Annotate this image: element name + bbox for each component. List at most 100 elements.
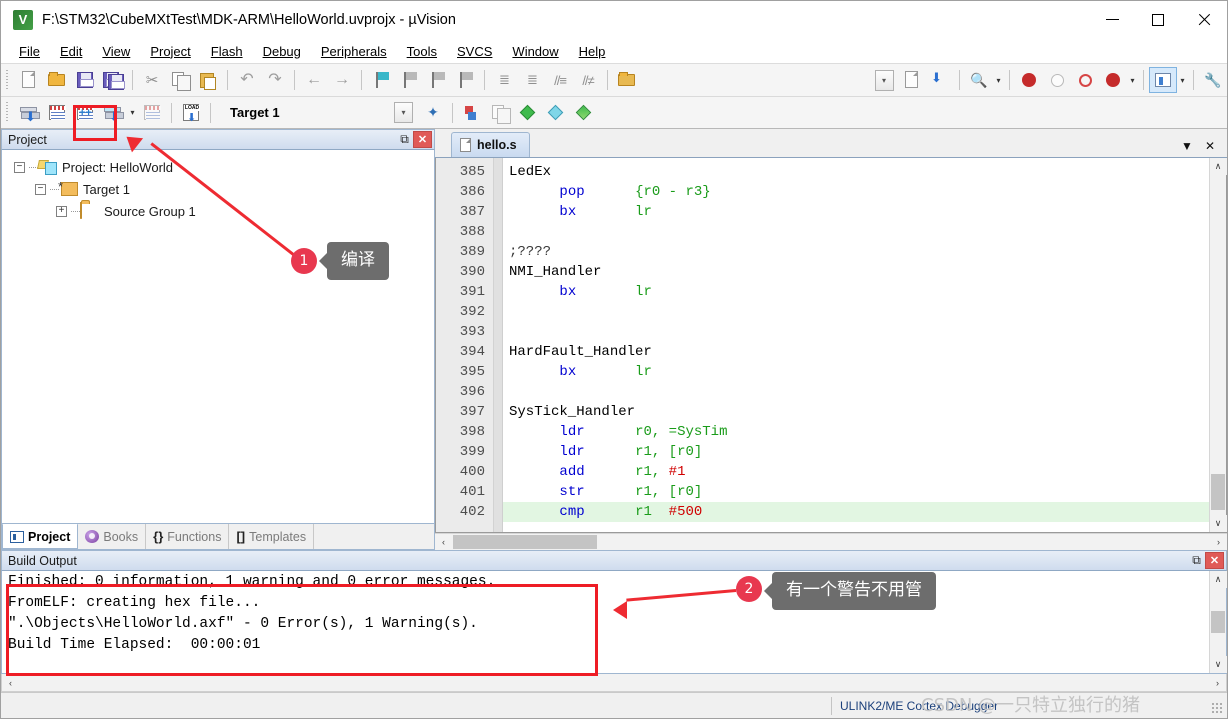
save-button[interactable] <box>71 67 99 93</box>
code-line[interactable]: LedEx <box>503 162 1209 182</box>
build-file-button[interactable] <box>43 100 71 126</box>
scroll-right-icon[interactable]: › <box>1209 674 1226 691</box>
build-target-button[interactable]: ++ <box>71 100 99 126</box>
tab-functions[interactable]: {} Functions <box>146 524 229 549</box>
tab-templates[interactable]: [] Templates <box>229 524 314 549</box>
menu-flash[interactable]: Flash <box>201 41 253 62</box>
code-line[interactable]: HardFault_Handler <box>503 342 1209 362</box>
code-line[interactable]: ;???? <box>503 242 1209 262</box>
outdent-button[interactable]: ≣ <box>518 67 546 93</box>
copy-button[interactable] <box>166 67 194 93</box>
pin-icon[interactable]: ⧉ <box>1188 552 1205 569</box>
document-tab-hello-s[interactable]: hello.s <box>451 132 530 157</box>
find-in-files-button[interactable]: 🔍 <box>965 67 993 93</box>
code-line[interactable]: cmp r1 #500 <box>503 502 1209 522</box>
open-file-button[interactable] <box>43 67 71 93</box>
code-line[interactable]: str r1, [r0] <box>503 482 1209 502</box>
svcs-button[interactable] <box>542 100 570 126</box>
editor-tab-list-icon[interactable]: ▼ <box>1181 139 1193 153</box>
code-line[interactable]: NMI_Handler <box>503 262 1209 282</box>
insert-bookmark-button[interactable]: ⬇ <box>926 67 954 93</box>
history-dropdown-button[interactable]: ▾ <box>870 67 898 93</box>
code-line[interactable]: add r1, #1 <box>503 462 1209 482</box>
configure-target-button[interactable]: 🔧 <box>1199 67 1227 93</box>
resize-grip[interactable] <box>1211 702 1224 715</box>
code-line[interactable]: SysTick_Handler <box>503 402 1209 422</box>
code-line[interactable]: ldr r1, [r0] <box>503 442 1209 462</box>
build-output-body[interactable]: Finished: 0 information, 1 warning and 0… <box>1 571 1227 674</box>
code-text[interactable]: LedEx pop {r0 - r3} bx lr ;????NMI_Handl… <box>503 158 1209 532</box>
tab-books[interactable]: Books <box>78 524 146 549</box>
select-sw-packs-button[interactable] <box>486 100 514 126</box>
horizontal-scroll-thumb[interactable] <box>453 535 597 549</box>
kill-all-breakpoints-button[interactable] <box>1099 67 1127 93</box>
manage-windows-button[interactable] <box>1149 67 1177 93</box>
tree-node-project[interactable]: − Project: HelloWorld <box>8 156 434 178</box>
build-output-close-icon[interactable]: ✕ <box>1205 552 1224 569</box>
comment-button[interactable]: //≡ <box>546 67 574 93</box>
close-button[interactable] <box>1181 1 1227 38</box>
code-line[interactable]: bx lr <box>503 282 1209 302</box>
build-dropdown-caret[interactable]: ▾ <box>127 100 138 126</box>
scroll-down-icon[interactable]: ∨ <box>1210 656 1227 673</box>
scroll-left-icon[interactable]: ‹ <box>435 534 452 551</box>
find-dropdown-caret[interactable]: ▾ <box>993 67 1004 93</box>
indent-button[interactable]: ≣ <box>490 67 518 93</box>
code-line[interactable] <box>503 382 1209 402</box>
translate-file-button[interactable]: ⬇ <box>15 100 43 126</box>
toggle-bookmark-button[interactable] <box>367 67 395 93</box>
undo-button[interactable]: ↶ <box>233 67 261 93</box>
new-file-button[interactable] <box>15 67 43 93</box>
code-line[interactable]: ldr r0, =SysTim <box>503 422 1209 442</box>
cut-button[interactable]: ✂ <box>138 67 166 93</box>
menu-peripherals[interactable]: Peripherals <box>311 41 397 62</box>
vertical-scroll-thumb[interactable] <box>1211 474 1225 510</box>
code-line[interactable]: bx lr <box>503 362 1209 382</box>
editor-tab-close-icon[interactable]: ✕ <box>1205 139 1215 153</box>
paste-button[interactable] <box>194 67 222 93</box>
breakpoint-dropdown-caret[interactable]: ▾ <box>1127 67 1138 93</box>
menu-view[interactable]: View <box>92 41 140 62</box>
tree-expander[interactable]: − <box>35 184 46 195</box>
pin-icon[interactable]: ⧉ <box>396 131 413 148</box>
project-panel-close-icon[interactable]: ✕ <box>413 131 432 148</box>
tab-project[interactable]: Project <box>2 523 78 549</box>
menu-svcs[interactable]: SVCS <box>447 41 502 62</box>
code-line[interactable] <box>503 302 1209 322</box>
project-tree[interactable]: − Project: HelloWorld − Target 1 + <box>1 150 435 524</box>
menu-help[interactable]: Help <box>569 41 616 62</box>
tree-node-source-group[interactable]: + Source Group 1 <box>8 200 434 222</box>
prev-bookmark-button[interactable] <box>395 67 423 93</box>
tree-expander[interactable]: − <box>14 162 25 173</box>
navigate-forward-button[interactable]: → <box>328 67 356 93</box>
insert-breakpoint-button[interactable] <box>1015 67 1043 93</box>
build-toolbar-grip[interactable] <box>4 102 11 123</box>
editor-horizontal-scrollbar[interactable]: ‹ › <box>435 533 1227 550</box>
maximize-button[interactable] <box>1135 1 1181 38</box>
cubemx-button[interactable] <box>570 100 598 126</box>
rebuild-button[interactable]: ⬇ <box>99 100 127 126</box>
scroll-right-icon[interactable]: › <box>1210 534 1227 551</box>
code-line[interactable] <box>503 322 1209 342</box>
navigate-back-button[interactable]: ← <box>300 67 328 93</box>
uncomment-button[interactable]: //≠ <box>574 67 602 93</box>
menu-tools[interactable]: Tools <box>397 41 447 62</box>
scroll-left-icon[interactable]: ‹ <box>2 674 19 691</box>
clear-bookmarks-button[interactable] <box>451 67 479 93</box>
download-button[interactable]: LOAD⬇ <box>177 100 205 126</box>
code-area[interactable]: 3853863873883893903913923933943953963973… <box>436 158 1209 532</box>
pack-installer-button[interactable] <box>514 100 542 126</box>
menu-project[interactable]: Project <box>140 41 200 62</box>
code-line[interactable] <box>503 222 1209 242</box>
target-dropdown-arrow[interactable]: ▾ <box>394 102 413 123</box>
build-scroll-thumb[interactable] <box>1211 611 1225 633</box>
tree-expander[interactable]: + <box>56 206 67 217</box>
build-output-text[interactable]: Finished: 0 information, 1 warning and 0… <box>2 571 1209 673</box>
scroll-up-icon[interactable]: ∧ <box>1210 158 1227 175</box>
menu-debug[interactable]: Debug <box>253 41 311 62</box>
menu-window[interactable]: Window <box>502 41 568 62</box>
open-include-button[interactable] <box>613 67 641 93</box>
stop-build-button[interactable] <box>138 100 166 126</box>
breakpoint-margin[interactable] <box>494 158 503 532</box>
manage-project-items-button[interactable]: ✦ <box>419 100 447 126</box>
